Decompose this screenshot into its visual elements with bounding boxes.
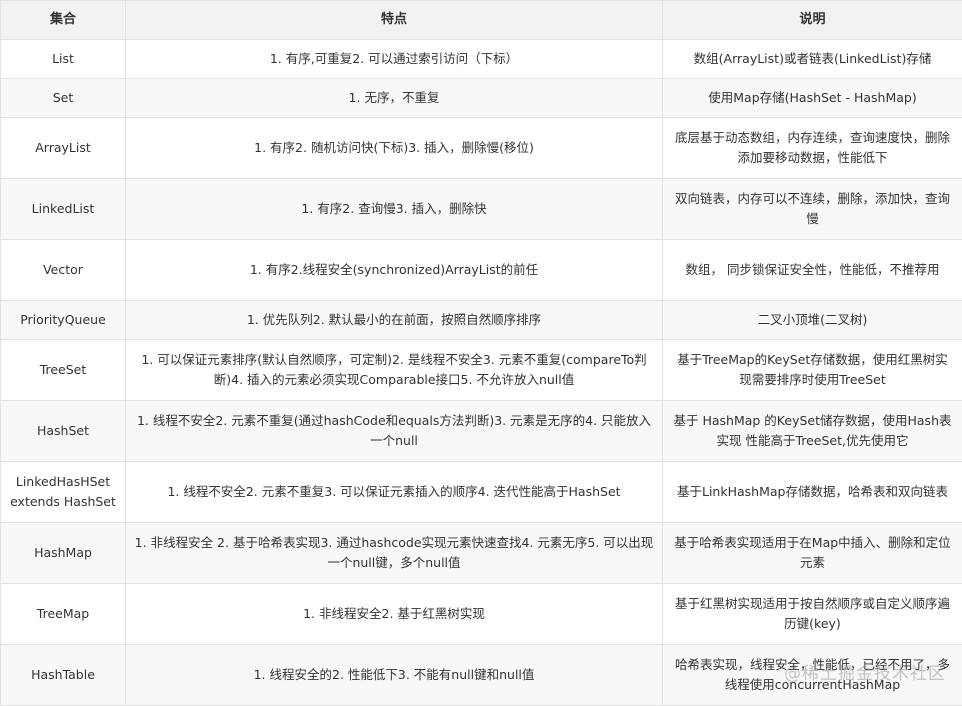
table-header: 集合 特点 说明	[0, 0, 962, 40]
cell-collection: PriorityQueue	[0, 300, 126, 340]
cell-notes: 数组(ArrayList)或者链表(LinkedList)存储	[662, 39, 962, 79]
cell-notes: 哈希表实现，线程安全，性能低，已经不用了，多线程使用concurrentHash…	[662, 644, 962, 706]
table-row: LinkedHasHSet extends HashSet 1. 线程不安全2.…	[0, 461, 962, 523]
table-row: TreeSet 1. 可以保证元素排序(默认自然顺序，可定制)2. 是线程不安全…	[0, 339, 962, 401]
cell-notes: 基于 HashMap 的KeySet储存数据，使用Hash表实现 性能高于Tre…	[662, 400, 962, 462]
cell-features: 1. 线程安全的2. 性能低下3. 不能有null键和null值	[125, 644, 663, 706]
cell-features: 1. 有序,可重复2. 可以通过索引访问（下标）	[125, 39, 663, 79]
cell-features: 1. 可以保证元素排序(默认自然顺序，可定制)2. 是线程不安全3. 元素不重复…	[125, 339, 663, 401]
cell-collection: LinkedList	[0, 178, 126, 240]
table-row: HashSet 1. 线程不安全2. 元素不重复(通过hashCode和equa…	[0, 400, 962, 462]
cell-features: 1. 优先队列2. 默认最小的在前面，按照自然顺序排序	[125, 300, 663, 340]
header-notes: 说明	[662, 0, 962, 40]
cell-notes: 基于红黑树实现适用于按自然顺序或自定义顺序遍历键(key)	[662, 583, 962, 645]
table-row: LinkedList 1. 有序2. 查询慢3. 插入，删除快 双向链表，内存可…	[0, 178, 962, 240]
cell-notes: 基于TreeMap的KeySet存储数据，使用红黑树实现需要排序时使用TreeS…	[662, 339, 962, 401]
cell-collection: Set	[0, 78, 126, 118]
table-row: TreeMap 1. 非线程安全2. 基于红黑树实现 基于红黑树实现适用于按自然…	[0, 583, 962, 645]
cell-features: 1. 非线程安全2. 基于红黑树实现	[125, 583, 663, 645]
cell-notes: 二叉小顶堆(二叉树)	[662, 300, 962, 340]
cell-collection: List	[0, 39, 126, 79]
cell-notes: 基于哈希表实现适用于在Map中插入、删除和定位元素	[662, 522, 962, 584]
cell-notes: 双向链表，内存可以不连续，删除，添加快，查询慢	[662, 178, 962, 240]
table-row: Set 1. 无序，不重复 使用Map存储(HashSet - HashMap)	[0, 78, 962, 118]
cell-notes: 使用Map存储(HashSet - HashMap)	[662, 78, 962, 118]
header-features: 特点	[125, 0, 663, 40]
cell-notes: 数组， 同步锁保证安全性，性能低，不推荐用	[662, 239, 962, 301]
cell-collection: TreeMap	[0, 583, 126, 645]
table-row: ArrayList 1. 有序2. 随机访问快(下标)3. 插入，删除慢(移位)…	[0, 117, 962, 179]
table-row: PriorityQueue 1. 优先队列2. 默认最小的在前面，按照自然顺序排…	[0, 300, 962, 340]
collections-table: 集合 特点 说明 List 1. 有序,可重复2. 可以通过索引访问（下标） 数…	[0, 0, 962, 706]
table-row: HashTable 1. 线程安全的2. 性能低下3. 不能有null键和nul…	[0, 644, 962, 706]
cell-features: 1. 线程不安全2. 元素不重复3. 可以保证元素插入的顺序4. 迭代性能高于H…	[125, 461, 663, 523]
cell-features: 1. 无序，不重复	[125, 78, 663, 118]
table-body: List 1. 有序,可重复2. 可以通过索引访问（下标） 数组(ArrayLi…	[0, 39, 962, 706]
header-row: 集合 特点 说明	[0, 0, 962, 40]
table-row: Vector 1. 有序2.线程安全(synchronized)ArrayLis…	[0, 239, 962, 301]
cell-features: 1. 线程不安全2. 元素不重复(通过hashCode和equals方法判断)3…	[125, 400, 663, 462]
cell-features: 1. 有序2. 随机访问快(下标)3. 插入，删除慢(移位)	[125, 117, 663, 179]
cell-collection: HashMap	[0, 522, 126, 584]
cell-collection: HashTable	[0, 644, 126, 706]
cell-features: 1. 有序2. 查询慢3. 插入，删除快	[125, 178, 663, 240]
cell-collection: TreeSet	[0, 339, 126, 401]
header-collection: 集合	[0, 0, 126, 40]
table-row: List 1. 有序,可重复2. 可以通过索引访问（下标） 数组(ArrayLi…	[0, 39, 962, 79]
cell-collection: Vector	[0, 239, 126, 301]
cell-collection: ArrayList	[0, 117, 126, 179]
cell-notes: 底层基于动态数组，内存连续，查询速度快，删除添加要移动数据，性能低下	[662, 117, 962, 179]
cell-notes: 基于LinkHashMap存储数据，哈希表和双向链表	[662, 461, 962, 523]
cell-collection: LinkedHasHSet extends HashSet	[0, 461, 126, 523]
cell-collection: HashSet	[0, 400, 126, 462]
cell-features: 1. 有序2.线程安全(synchronized)ArrayList的前任	[125, 239, 663, 301]
cell-features: 1. 非线程安全 2. 基于哈希表实现3. 通过hashcode实现元素快速查找…	[125, 522, 663, 584]
table-row: HashMap 1. 非线程安全 2. 基于哈希表实现3. 通过hashcode…	[0, 522, 962, 584]
